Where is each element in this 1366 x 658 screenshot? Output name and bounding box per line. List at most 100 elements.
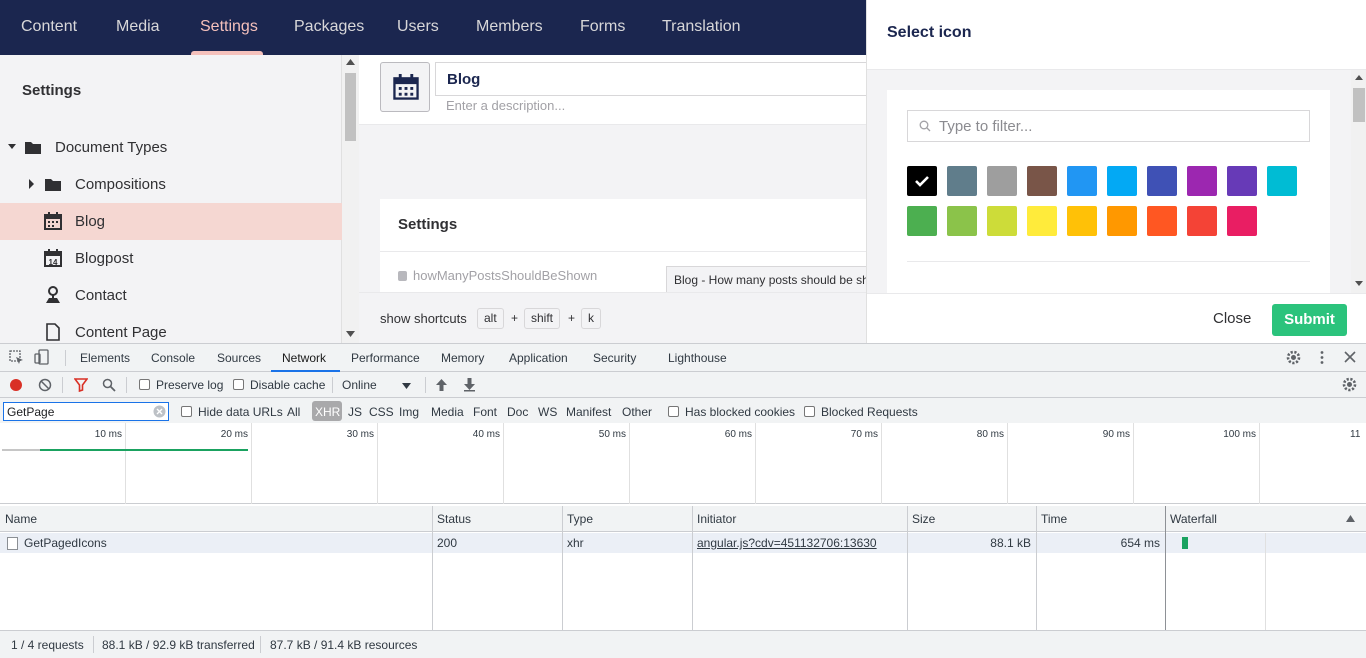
export-har-icon[interactable] (463, 378, 476, 392)
color-swatch[interactable] (1107, 206, 1137, 236)
scroll-up-arrow-icon[interactable] (1355, 75, 1363, 80)
scroll-down-arrow-icon[interactable] (346, 331, 355, 337)
devtools-tab-application[interactable]: Application (509, 351, 568, 365)
tree-item-contact[interactable]: Contact (0, 277, 342, 314)
inspect-element-icon[interactable] (9, 350, 24, 365)
device-toolbar-icon[interactable] (34, 349, 50, 365)
color-swatch[interactable] (1267, 166, 1297, 196)
scroll-up-arrow-icon[interactable] (346, 59, 355, 65)
column-header-time[interactable]: Time (1036, 506, 1165, 532)
nav-item-users[interactable]: Users (397, 0, 439, 55)
devtools-tab-console[interactable]: Console (151, 351, 195, 365)
color-swatch[interactable] (987, 166, 1017, 196)
color-swatch[interactable] (1227, 206, 1257, 236)
column-header-name[interactable]: Name (0, 506, 432, 532)
icon-filter-input[interactable] (907, 110, 1310, 142)
nav-item-members[interactable]: Members (476, 0, 543, 55)
color-swatch[interactable] (1027, 206, 1057, 236)
type-filter-doc[interactable]: Doc (507, 405, 528, 419)
scroll-thumb[interactable] (345, 73, 356, 141)
color-swatch[interactable] (947, 166, 977, 196)
gear-icon[interactable] (1286, 350, 1301, 365)
search-icon[interactable] (102, 378, 116, 392)
tree-scrollbar[interactable] (342, 55, 359, 343)
color-swatch[interactable] (1187, 166, 1217, 196)
document-type-icon-button[interactable] (380, 62, 430, 112)
column-header-status[interactable]: Status (432, 506, 562, 532)
network-settings-gear-icon[interactable] (1342, 377, 1357, 392)
color-swatch[interactable] (1067, 166, 1097, 196)
color-swatch[interactable] (1147, 166, 1177, 196)
overlay-scrollbar[interactable] (1351, 70, 1366, 293)
hide-data-urls-checkbox[interactable] (181, 406, 192, 417)
color-swatch[interactable] (1067, 206, 1097, 236)
column-header-size[interactable]: Size (907, 506, 1036, 532)
nav-item-forms[interactable]: Forms (580, 0, 625, 55)
request-name[interactable]: GetPagedIcons (19, 533, 107, 553)
type-filter-font[interactable]: Font (473, 405, 497, 419)
close-button[interactable]: Close (1213, 310, 1251, 327)
type-filter-ws[interactable]: WS (538, 405, 557, 419)
type-filter-js[interactable]: JS (348, 405, 362, 419)
request-initiator-link[interactable]: angular.js?cdv=451132706:13630 (692, 533, 877, 553)
has-blocked-cookies-checkbox[interactable] (668, 406, 679, 417)
scroll-down-arrow-icon[interactable] (1355, 281, 1363, 286)
tree-item-document-types[interactable]: Document Types (0, 129, 342, 166)
throttling-select[interactable]: Online (342, 378, 377, 392)
nav-item-packages[interactable]: Packages (294, 0, 364, 55)
disable-cache-checkbox[interactable] (233, 379, 244, 390)
nav-item-media[interactable]: Media (116, 0, 160, 55)
import-har-icon[interactable] (435, 378, 448, 392)
chevron-down-icon[interactable] (402, 383, 411, 389)
color-swatch[interactable] (1027, 166, 1057, 196)
sort-ascending-icon[interactable] (1346, 515, 1355, 522)
color-swatch[interactable] (907, 206, 937, 236)
submit-button[interactable]: Submit (1272, 304, 1347, 336)
record-icon[interactable] (9, 378, 23, 392)
type-filter-img[interactable]: Img (399, 405, 419, 419)
devtools-tab-network[interactable]: Network (282, 351, 326, 365)
color-swatch[interactable] (907, 166, 937, 196)
type-filter-xhr[interactable]: XHR (315, 405, 340, 419)
devtools-tab-lighthouse[interactable]: Lighthouse (668, 351, 727, 365)
devtools-tab-elements[interactable]: Elements (80, 351, 130, 365)
clear-filter-icon[interactable] (153, 405, 166, 418)
type-filter-media[interactable]: Media (431, 405, 464, 419)
color-swatch[interactable] (1107, 166, 1137, 196)
devtools-tab-security[interactable]: Security (593, 351, 636, 365)
devtools-tab-memory[interactable]: Memory (441, 351, 484, 365)
column-header-type[interactable]: Type (562, 506, 692, 532)
preserve-log-checkbox[interactable] (139, 379, 150, 390)
tree-item-compositions[interactable]: Compositions (0, 166, 342, 203)
show-shortcuts-link[interactable]: show shortcuts (380, 311, 467, 326)
type-filter-css[interactable]: CSS (369, 405, 394, 419)
type-filter-manifest[interactable]: Manifest (566, 405, 611, 419)
caret-right-icon[interactable] (28, 179, 36, 189)
more-options-icon[interactable] (1316, 350, 1328, 365)
document-type-name-input[interactable]: Blog (435, 62, 875, 96)
network-filter-input[interactable]: GetPage (3, 402, 169, 421)
property-label-field[interactable]: Blog - How many posts should be shown (666, 266, 876, 293)
color-swatch[interactable] (1227, 166, 1257, 196)
devtools-tab-performance[interactable]: Performance (351, 351, 420, 365)
tree-item-blogpost[interactable]: 14 Blogpost (0, 240, 342, 277)
close-icon[interactable] (1344, 351, 1356, 363)
type-filter-all[interactable]: All (287, 405, 300, 419)
scroll-thumb[interactable] (1353, 88, 1365, 122)
column-header-initiator[interactable]: Initiator (692, 506, 907, 532)
color-swatch[interactable] (947, 206, 977, 236)
devtools-tab-sources[interactable]: Sources (217, 351, 261, 365)
column-header-waterfall[interactable]: Waterfall (1165, 506, 1366, 532)
nav-item-translation[interactable]: Translation (662, 0, 741, 55)
blocked-requests-checkbox[interactable] (804, 406, 815, 417)
caret-down-icon[interactable] (8, 143, 16, 151)
lock-icon[interactable] (398, 271, 407, 281)
tree-item-blog[interactable]: Blog (0, 203, 342, 240)
nav-item-content[interactable]: Content (21, 0, 77, 55)
filter-icon[interactable] (74, 378, 88, 392)
type-filter-other[interactable]: Other (622, 405, 652, 419)
nav-item-settings[interactable]: Settings (200, 0, 258, 55)
description-input[interactable]: Enter a description... (446, 98, 565, 113)
color-swatch[interactable] (1187, 206, 1217, 236)
tree-item-content-page[interactable]: Content Page (0, 314, 342, 343)
